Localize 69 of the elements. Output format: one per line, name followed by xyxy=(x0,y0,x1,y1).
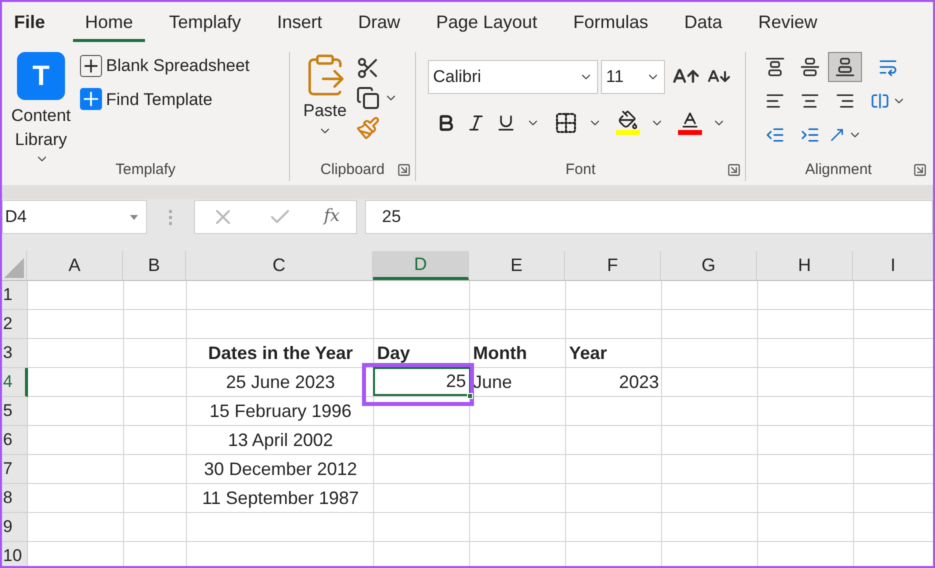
row-header[interactable]: 1 xyxy=(2,281,28,310)
font-name-dropdown[interactable]: Calibri xyxy=(428,60,598,94)
templafy-logo: T xyxy=(17,52,65,100)
font-size-dropdown[interactable]: 11 xyxy=(601,60,665,94)
table-cell-text: June xyxy=(472,370,514,394)
column-header[interactable]: I xyxy=(853,251,933,280)
group-label: Clipboard xyxy=(320,160,385,180)
fill-handle[interactable] xyxy=(467,393,473,399)
ribbon-tab[interactable]: Formulas xyxy=(561,2,660,42)
table-cell-text: Year xyxy=(568,342,608,364)
top-align-icon[interactable] xyxy=(765,57,785,77)
scissors-icon[interactable] xyxy=(356,56,380,80)
row-header[interactable]: 4 xyxy=(2,368,28,397)
copy-icon[interactable] xyxy=(356,86,380,110)
borders-icon[interactable] xyxy=(554,110,578,134)
row-header[interactable]: 3 xyxy=(2,339,28,368)
table-cell-text: 25 June 2023 xyxy=(224,370,336,394)
table-cell-text: 2023 xyxy=(618,370,660,394)
paintbrush-icon[interactable] xyxy=(356,116,380,140)
content-library-button[interactable]: Content Library xyxy=(4,104,78,166)
column-header[interactable]: H xyxy=(757,251,853,280)
table-cell-text: 13 April 2002 xyxy=(226,428,334,452)
dialog-launcher-icon[interactable] xyxy=(913,163,927,177)
table-cell-text: 30 December 2012 xyxy=(202,458,358,480)
plus-icon xyxy=(80,88,102,110)
row-header[interactable]: 9 xyxy=(2,513,28,542)
ribbon-tab[interactable]: Review xyxy=(746,2,830,42)
row-header[interactable]: 5 xyxy=(2,397,28,426)
table-cell-text: Day xyxy=(376,342,412,365)
paste-button[interactable]: Paste xyxy=(302,52,348,138)
row-header[interactable]: 6 xyxy=(2,426,28,455)
row-header[interactable]: 8 xyxy=(2,484,28,513)
column-header[interactable]: B xyxy=(123,251,186,280)
ribbon-tab[interactable]: Data xyxy=(672,2,734,42)
row-header[interactable]: 7 xyxy=(2,455,28,484)
row-header[interactable]: 10 xyxy=(2,542,28,566)
table-cell-text: Month xyxy=(472,342,528,364)
grip-icon xyxy=(169,210,172,224)
table-cell-text: 11 September 1987 xyxy=(201,486,360,510)
column-header[interactable]: F xyxy=(565,251,661,280)
name-box[interactable]: D4 xyxy=(2,200,147,234)
group-label: Alignment xyxy=(805,160,872,180)
column-header[interactable]: E xyxy=(469,251,565,280)
bottom-align-icon[interactable] xyxy=(835,57,855,77)
group-label: Font xyxy=(565,160,596,180)
ribbon-tab[interactable]: Page Layout xyxy=(424,2,550,42)
insert-function-button[interactable]: fx xyxy=(324,204,340,230)
ribbon-tab[interactable]: File xyxy=(2,2,58,42)
ribbon-tab[interactable]: Insert xyxy=(265,2,334,42)
table-cell-text: Dates in the Year xyxy=(207,342,354,364)
dialog-launcher-icon[interactable] xyxy=(727,163,741,177)
underline-icon[interactable] xyxy=(496,112,516,132)
find-template-button[interactable]: Find Template xyxy=(80,86,250,112)
blank-spreadsheet-button[interactable]: Blank Spreadsheet xyxy=(80,53,250,78)
column-header[interactable]: A xyxy=(27,251,123,280)
ribbon-tab[interactable]: Draw xyxy=(346,2,412,42)
table-cell-text: 15 February 1996 xyxy=(208,400,353,423)
group-label: Templafy xyxy=(115,160,176,180)
row-header[interactable]: 2 xyxy=(2,310,28,339)
ribbon-tab[interactable]: Templafy xyxy=(157,2,254,42)
column-header[interactable]: G xyxy=(661,251,757,280)
dialog-launcher-icon[interactable] xyxy=(397,163,411,177)
font-color-button[interactable] xyxy=(678,110,702,135)
merge-center-icon[interactable] xyxy=(870,91,890,111)
formula-input[interactable]: 25 xyxy=(365,200,933,234)
plus-icon xyxy=(80,54,102,77)
fill-color-button[interactable] xyxy=(616,110,640,135)
middle-align-icon[interactable] xyxy=(800,57,820,77)
column-header[interactable]: D xyxy=(373,251,469,280)
